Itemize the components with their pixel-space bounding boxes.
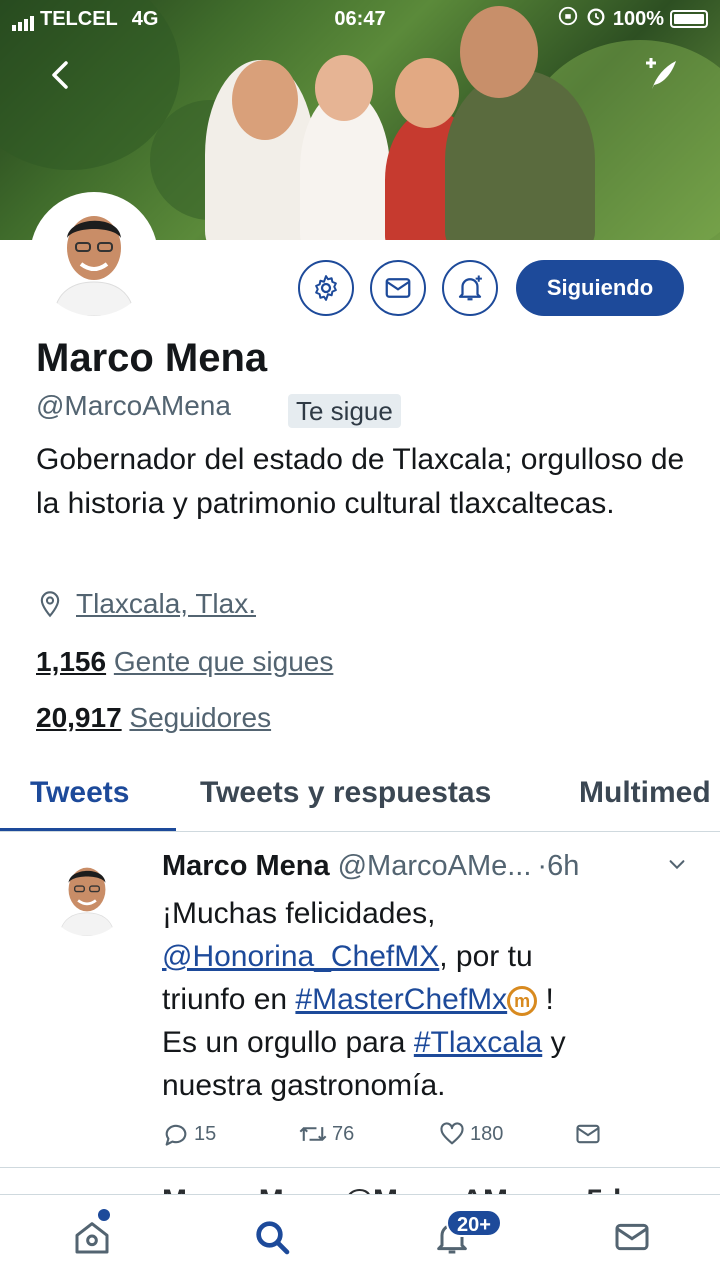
gear-icon bbox=[315, 275, 337, 301]
notifications-toggle-button[interactable] bbox=[442, 260, 498, 316]
reply-icon bbox=[165, 1124, 187, 1146]
compose-tweet-button[interactable] bbox=[640, 55, 680, 95]
tweet-text-part: ! bbox=[537, 983, 554, 1016]
profile-avatar[interactable] bbox=[30, 192, 158, 320]
home-unread-dot bbox=[98, 1209, 110, 1221]
tweet-text-part: , por tu bbox=[439, 940, 533, 973]
nav-search[interactable] bbox=[252, 1217, 292, 1257]
tweet-header: Marco Mena @MarcoAMe... ·6h bbox=[162, 850, 702, 883]
tweet-text: ¡Muchas felicidades, @Honorina_ChefMX, p… bbox=[162, 892, 682, 1107]
envelope-icon bbox=[615, 1223, 649, 1251]
profile-bio: Gobernador del estado de Tlaxcala; orgul… bbox=[36, 443, 685, 520]
tweet-text-part: ¡Muchas felicidades, bbox=[162, 897, 436, 930]
tweet-author[interactable]: Marco Mena bbox=[162, 850, 330, 883]
tweet-menu-button[interactable] bbox=[666, 850, 688, 883]
following-stat[interactable]: 1,156 Gente que sigues bbox=[36, 646, 333, 678]
hashtag-masterchef-link[interactable]: #MasterChefMx bbox=[295, 983, 507, 1016]
tweet-text-part: Es un orgullo para bbox=[162, 1026, 414, 1059]
hashtag-tlaxcala-link[interactable]: #Tlaxcala bbox=[414, 1026, 542, 1059]
status-bar: TELCEL 4G 06:47 100% bbox=[0, 0, 720, 38]
tweet-text-part: triunfo en bbox=[162, 983, 296, 1016]
tweet-text-part: y bbox=[542, 1026, 566, 1059]
tweet-avatar[interactable] bbox=[46, 854, 128, 936]
location-link[interactable]: Tlaxcala, Tlax. bbox=[76, 588, 256, 620]
like-button[interactable]: 180 bbox=[438, 1120, 503, 1148]
like-count: 180 bbox=[470, 1122, 504, 1145]
followers-stat[interactable]: 20,917 Seguidores bbox=[36, 702, 271, 734]
envelope-icon bbox=[576, 1124, 600, 1144]
profile-name: Marco Mena bbox=[36, 336, 268, 380]
tweet-mention-link[interactable]: @Honorina_ChefMX bbox=[162, 940, 439, 973]
clock: 06:47 bbox=[334, 7, 386, 30]
message-button[interactable] bbox=[370, 260, 426, 316]
tweet-actions: 15 76 180 bbox=[162, 1120, 622, 1152]
chevron-down-icon bbox=[669, 860, 685, 870]
chevron-left-icon bbox=[52, 61, 68, 89]
tweet-author-photo bbox=[46, 854, 128, 936]
home-icon bbox=[75, 1222, 109, 1254]
following-label: Gente que sigues bbox=[113, 646, 334, 677]
retweet-icon bbox=[299, 1127, 327, 1141]
followers-label: Seguidores bbox=[129, 702, 272, 733]
following-button[interactable]: Siguiendo bbox=[516, 260, 684, 316]
feather-plus-icon bbox=[646, 58, 676, 89]
nav-messages[interactable] bbox=[612, 1217, 652, 1257]
envelope-icon bbox=[385, 278, 411, 298]
heart-icon bbox=[440, 1122, 464, 1145]
profile-location[interactable]: Tlaxcala, Tlax. bbox=[36, 588, 256, 620]
profile-handle: @MarcoAMena bbox=[36, 390, 231, 421]
retweet-count: 76 bbox=[332, 1122, 355, 1145]
tab-tweets-and-replies[interactable]: Tweets y respuestas bbox=[200, 776, 491, 810]
tweet[interactable]: Marco Mena @MarcoAMe... ·6h ¡Muchas feli… bbox=[0, 832, 720, 1168]
followers-count: 20,917 bbox=[36, 702, 122, 733]
bottom-navigation: 20+ bbox=[0, 1194, 720, 1280]
tweet-time: ·6h bbox=[537, 850, 580, 882]
nav-home[interactable] bbox=[72, 1217, 112, 1257]
masterchef-emoji-icon: m bbox=[507, 986, 538, 1017]
notifications-badge: 20+ bbox=[446, 1209, 502, 1237]
tweet-text-part: nuestra gastronomía. bbox=[162, 1069, 446, 1102]
tab-media[interactable]: Multimed bbox=[579, 776, 711, 810]
reply-count: 15 bbox=[194, 1122, 217, 1145]
share-dm-button[interactable] bbox=[574, 1120, 602, 1148]
follows-you-badge: Te sigue bbox=[288, 394, 401, 428]
tab-tweets[interactable]: Tweets bbox=[30, 776, 129, 810]
bell-plus-icon bbox=[458, 275, 482, 301]
retweet-button[interactable]: 76 bbox=[298, 1120, 354, 1148]
tweet-handle: @MarcoAMe... bbox=[337, 850, 532, 882]
settings-button[interactable] bbox=[298, 260, 354, 316]
profile-photo bbox=[34, 196, 154, 316]
search-icon bbox=[256, 1221, 290, 1255]
location-pin-icon bbox=[40, 591, 60, 618]
reply-button[interactable]: 15 bbox=[162, 1120, 216, 1148]
back-button[interactable] bbox=[40, 55, 80, 95]
battery-icon bbox=[670, 10, 708, 28]
profile-tabs: Tweets Tweets y respuestas Multimed bbox=[0, 760, 720, 832]
following-count: 1,156 bbox=[36, 646, 107, 677]
